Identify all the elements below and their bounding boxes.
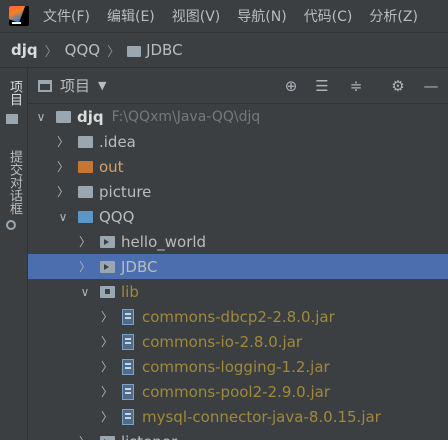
tree-item-label: hello_world [121, 232, 207, 251]
package-folder-icon [100, 435, 115, 440]
project-path: F:\QQxm\Java-QQ\djq [111, 108, 261, 125]
project-panel-header: 项目 ▼ ⊕ ☰ ≑ ⚙ — [28, 68, 448, 104]
tree-item-jar[interactable]: 〉 commons-logging-1.2.jar [28, 354, 448, 379]
panel-title[interactable]: 项目 [60, 75, 90, 96]
chevron-right-icon[interactable]: 〉 [78, 233, 92, 250]
chevron-down-icon[interactable]: ∨ [56, 210, 70, 224]
tree-item-jar[interactable]: 〉 commons-pool2-2.9.0.jar [28, 379, 448, 404]
sidebar-tab-commit[interactable]: 提交对话框 [5, 150, 24, 215]
library-folder-icon [100, 285, 115, 298]
menu-view[interactable]: 视图(V) [172, 6, 221, 26]
project-folder-icon [6, 114, 18, 124]
tree-item-label: JDBC [121, 257, 158, 276]
sidebar-tab-project[interactable]: 项目 [5, 80, 24, 106]
menu-file[interactable]: 文件(F) [43, 6, 90, 26]
chevron-down-icon[interactable]: ▼ [98, 79, 106, 92]
jar-file-icon [122, 308, 134, 325]
menu-navigate[interactable]: 导航(N) [237, 6, 286, 26]
tree-item-picture[interactable]: 〉 picture [28, 179, 448, 204]
tree-item-label: out [99, 157, 124, 176]
chevron-right-icon[interactable]: 〉 [78, 433, 92, 440]
folder-icon [56, 110, 71, 123]
breadcrumb-item-djq[interactable]: djq [11, 41, 38, 59]
project-view-icon [38, 79, 52, 92]
chevron-right-icon[interactable]: 〉 [56, 133, 70, 150]
expand-all-icon[interactable]: ☰ [312, 76, 332, 96]
folder-icon [78, 185, 93, 198]
commit-icon [6, 220, 16, 230]
tree-item-djq[interactable]: ∨ djq F:\QQxm\Java-QQ\djq [28, 104, 448, 129]
chevron-right-icon[interactable]: 〉 [78, 258, 92, 275]
tree-item-label: lib [121, 282, 139, 301]
tree-item-label: QQQ [99, 207, 135, 226]
collapse-all-icon[interactable]: ≑ [346, 76, 366, 96]
menu-analyze[interactable]: 分析(Z) [369, 6, 418, 26]
tree-item-idea[interactable]: 〉 .idea [28, 129, 448, 154]
breadcrumb: djq 〉 QQQ 〉 JDBC [0, 32, 448, 68]
chevron-right-icon[interactable]: 〉 [100, 383, 114, 400]
tree-item-label: commons-logging-1.2.jar [142, 357, 330, 376]
menu-bar: 文件(F) 编辑(E) 视图(V) 导航(N) 代码(C) 分析(Z) [0, 0, 448, 32]
breadcrumb-separator: 〉 [107, 44, 121, 60]
chevron-down-icon[interactable]: ∨ [34, 110, 48, 124]
folder-icon [78, 135, 93, 148]
tree-item-label: commons-io-2.8.0.jar [142, 332, 303, 351]
chevron-right-icon[interactable]: 〉 [100, 333, 114, 350]
folder-icon [127, 45, 142, 57]
tree-item-listener[interactable]: 〉 listener [28, 429, 448, 440]
chevron-right-icon[interactable]: 〉 [56, 183, 70, 200]
menu-code[interactable]: 代码(C) [304, 6, 353, 26]
tree-item-jdbc[interactable]: 〉 JDBC [28, 254, 448, 279]
left-tool-sidebar: 项目 提交对话框 [0, 68, 28, 440]
chevron-down-icon[interactable]: ∨ [78, 285, 92, 299]
chevron-right-icon[interactable]: 〉 [100, 408, 114, 425]
tree-item-qqq[interactable]: ∨ QQQ [28, 204, 448, 229]
jar-file-icon [122, 358, 134, 375]
breadcrumb-item-jdbc[interactable]: JDBC [146, 41, 182, 59]
tree-item-label: commons-pool2-2.9.0.jar [142, 382, 331, 401]
module-folder-icon [78, 210, 93, 223]
chevron-right-icon[interactable]: 〉 [100, 358, 114, 375]
menu-edit[interactable]: 编辑(E) [107, 6, 155, 26]
tree-item-label: picture [99, 182, 152, 201]
chevron-right-icon[interactable]: 〉 [100, 308, 114, 325]
tree-item-jar[interactable]: 〉 commons-dbcp2-2.8.0.jar [28, 304, 448, 329]
tree-item-label: commons-dbcp2-2.8.0.jar [142, 307, 335, 326]
tree-item-label: listener [121, 433, 177, 440]
app-logo[interactable] [9, 6, 29, 26]
tree-item-jar[interactable]: 〉 mysql-connector-java-8.0.15.jar [28, 404, 448, 429]
tree-item-out[interactable]: 〉 out [28, 154, 448, 179]
locate-icon[interactable]: ⊕ [281, 76, 301, 96]
package-folder-icon [100, 235, 115, 248]
package-folder-icon [100, 260, 115, 273]
tree-item-label: djq [77, 107, 104, 126]
chevron-right-icon[interactable]: 〉 [56, 158, 70, 175]
jar-file-icon [122, 408, 134, 425]
jar-file-icon [122, 383, 134, 400]
excluded-folder-icon [78, 160, 93, 173]
project-tree: ∨ djq F:\QQxm\Java-QQ\djq 〉 .idea 〉 out … [28, 104, 448, 440]
tree-item-label: .idea [99, 132, 136, 151]
hide-icon[interactable]: — [421, 76, 441, 96]
tree-item-hello-world[interactable]: 〉 hello_world [28, 229, 448, 254]
tree-item-jar[interactable]: 〉 commons-io-2.8.0.jar [28, 329, 448, 354]
jar-file-icon [122, 333, 134, 350]
tree-item-lib[interactable]: ∨ lib [28, 279, 448, 304]
tree-item-label: mysql-connector-java-8.0.15.jar [142, 407, 381, 426]
breadcrumb-separator: 〉 [44, 44, 58, 60]
breadcrumb-item-qqq[interactable]: QQQ [65, 41, 100, 59]
gear-icon[interactable]: ⚙ [388, 76, 408, 96]
